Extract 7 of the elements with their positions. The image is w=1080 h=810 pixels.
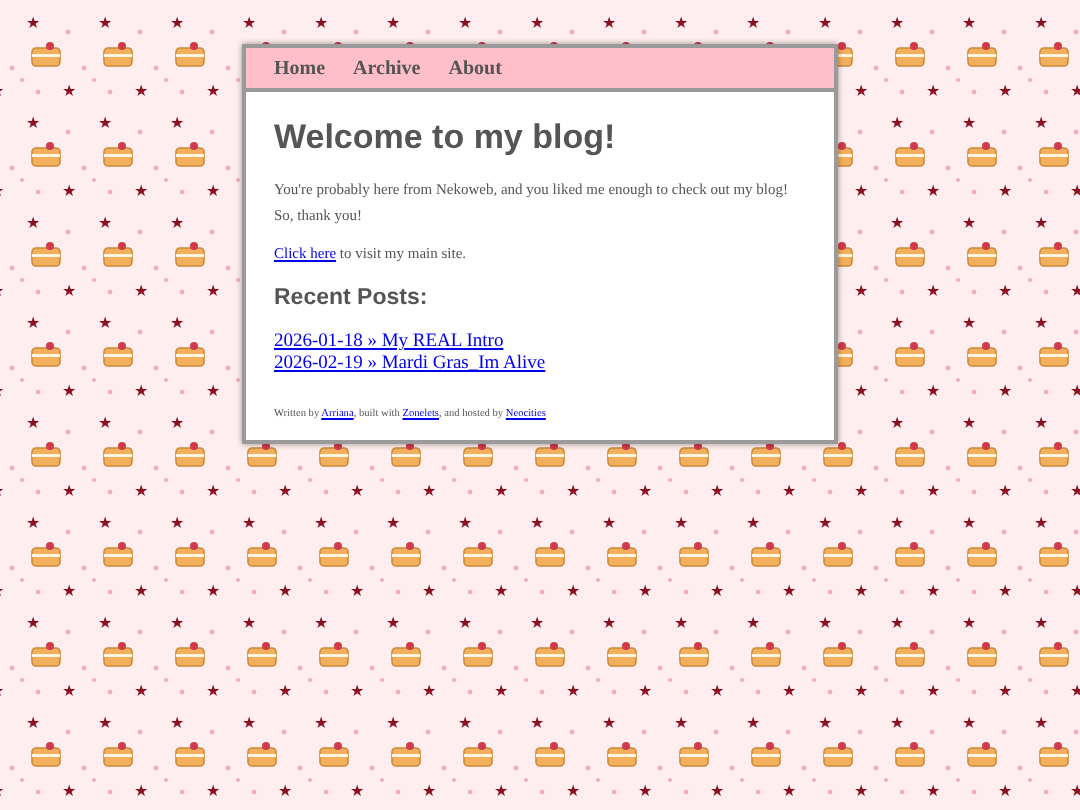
section-heading: Recent Posts: — [274, 284, 430, 314]
post-link[interactable]: 2026-02-19 » Mardi Gras_Im Alive — [274, 354, 546, 377]
nav-link[interactable]: Archive — [353, 53, 421, 83]
nav-link[interactable]: Home — [274, 53, 326, 83]
page-title: Welcome to my blog! — [274, 116, 618, 160]
nav-link[interactable]: About — [448, 53, 502, 83]
post-link[interactable]: 2026-01-18 » My REAL Intro — [274, 332, 504, 355]
